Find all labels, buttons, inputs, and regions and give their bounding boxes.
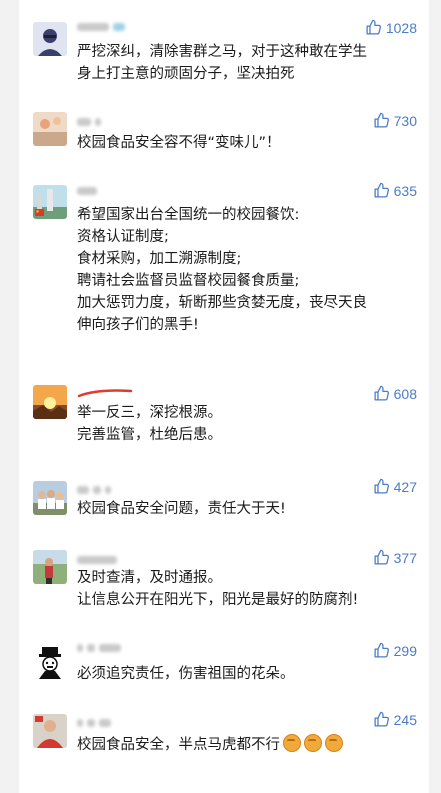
comment-text: 及时查清，及时通报。 让信息公开在阳光下，阳光是最好的防腐剂! xyxy=(77,570,359,608)
username[interactable] xyxy=(77,641,121,655)
like-count: 730 xyxy=(393,112,417,129)
like-button[interactable]: 730 xyxy=(373,112,417,129)
like-button[interactable]: 245 xyxy=(373,711,417,728)
comment-text: 希望国家出台全国统一的校园餐饮: 资格认证制度; 食材采购，加工溯源制度; 聘请… xyxy=(77,207,367,333)
username[interactable] xyxy=(77,184,97,198)
comment-text: 举一反三，深挖根源。 完善监管，杜绝后患。 xyxy=(77,405,222,443)
comment-text: 严挖深纠，清除害群之马，对于这种敢在学生 身上打主意的顽固分子，坚决拍死 xyxy=(77,44,367,82)
thumbs-up-icon xyxy=(374,478,389,494)
avatar[interactable] xyxy=(33,385,67,419)
comment-text: 校园食品安全，半点马虎都不行 xyxy=(77,734,419,756)
like-count: 635 xyxy=(393,182,417,199)
like-button[interactable]: 427 xyxy=(373,478,417,495)
fist-emoji-icon xyxy=(325,734,343,752)
like-button[interactable]: 608 xyxy=(373,385,417,402)
like-button[interactable]: 1028 xyxy=(365,19,417,36)
like-count: 1028 xyxy=(385,19,417,36)
avatar[interactable] xyxy=(33,714,67,748)
comment-text: 校园食品安全容不得“变味儿”！ xyxy=(77,135,281,151)
username[interactable] xyxy=(77,716,111,730)
thumbs-up-icon xyxy=(366,19,381,35)
like-button[interactable]: 377 xyxy=(373,549,417,566)
like-button[interactable]: 299 xyxy=(373,642,417,659)
avatar[interactable] xyxy=(33,550,67,584)
username[interactable] xyxy=(77,386,133,400)
avatar[interactable] xyxy=(33,22,67,56)
thumbs-up-icon xyxy=(374,112,389,128)
username[interactable] xyxy=(77,20,125,34)
like-count: 427 xyxy=(393,478,417,495)
like-count: 245 xyxy=(393,711,417,728)
avatar[interactable] xyxy=(33,481,67,515)
username[interactable] xyxy=(77,115,101,129)
username[interactable] xyxy=(77,483,111,497)
like-button[interactable]: 635 xyxy=(373,182,417,199)
thumbs-up-icon xyxy=(374,711,389,727)
like-count: 377 xyxy=(393,549,417,566)
like-count: 299 xyxy=(393,642,417,659)
comment-panel: 1028 严挖深纠，清除害群之马，对于这种敢在学生 身上打主意的顽固分子，坚决拍… xyxy=(19,0,429,793)
thumbs-up-icon xyxy=(374,182,389,198)
thumbs-up-icon xyxy=(374,642,389,658)
comment-text: 校园食品安全问题，责任大于天! xyxy=(77,501,286,517)
comment-text: 必须追究责任，伤害祖国的花朵。 xyxy=(77,666,295,682)
thumbs-up-icon xyxy=(374,385,389,401)
username[interactable] xyxy=(77,553,117,567)
fist-emoji-icon xyxy=(283,734,301,752)
thumbs-up-icon xyxy=(374,549,389,565)
fist-emoji-icon xyxy=(304,734,322,752)
avatar[interactable] xyxy=(33,185,67,219)
like-count: 608 xyxy=(393,385,417,402)
avatar[interactable] xyxy=(33,645,67,679)
avatar[interactable] xyxy=(33,112,67,146)
